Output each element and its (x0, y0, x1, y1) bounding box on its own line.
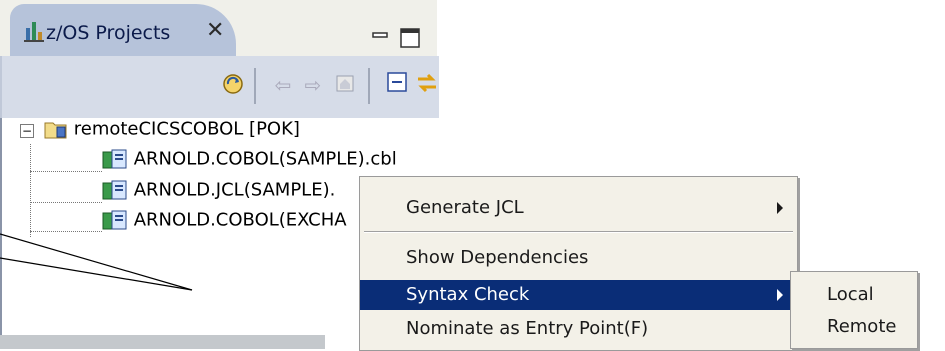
menu-item-show-dependencies[interactable]: Show Dependencies (360, 243, 797, 273)
menu-item-nominate-entry-point[interactable]: Nominate as Entry Point(F) (360, 314, 797, 344)
callout-line (0, 257, 193, 291)
menu-item-label: Generate JCL (406, 197, 524, 218)
submenu-arrow-icon (777, 202, 783, 214)
submenu-item-label: Remote (827, 316, 897, 337)
submenu-item-remote[interactable]: Remote (791, 312, 917, 342)
menu-separator (364, 231, 793, 233)
menu-item-label: Show Dependencies (406, 247, 589, 268)
menu-item-generate-jcl[interactable]: Generate JCL (360, 193, 797, 223)
menu-item-label: Nominate as Entry Point(F) (406, 318, 649, 339)
panel-border (0, 335, 325, 349)
context-menu: Generate JCL Show Dependencies Syntax Ch… (359, 176, 798, 351)
callout-line (0, 233, 193, 291)
submenu-item-local[interactable]: Local (791, 280, 917, 310)
syntax-check-submenu: Local Remote (790, 271, 918, 349)
submenu-item-label: Local (827, 284, 874, 305)
submenu-arrow-icon (777, 289, 783, 301)
menu-item-syntax-check[interactable]: Syntax Check (360, 280, 797, 310)
menu-item-label: Syntax Check (406, 284, 530, 305)
